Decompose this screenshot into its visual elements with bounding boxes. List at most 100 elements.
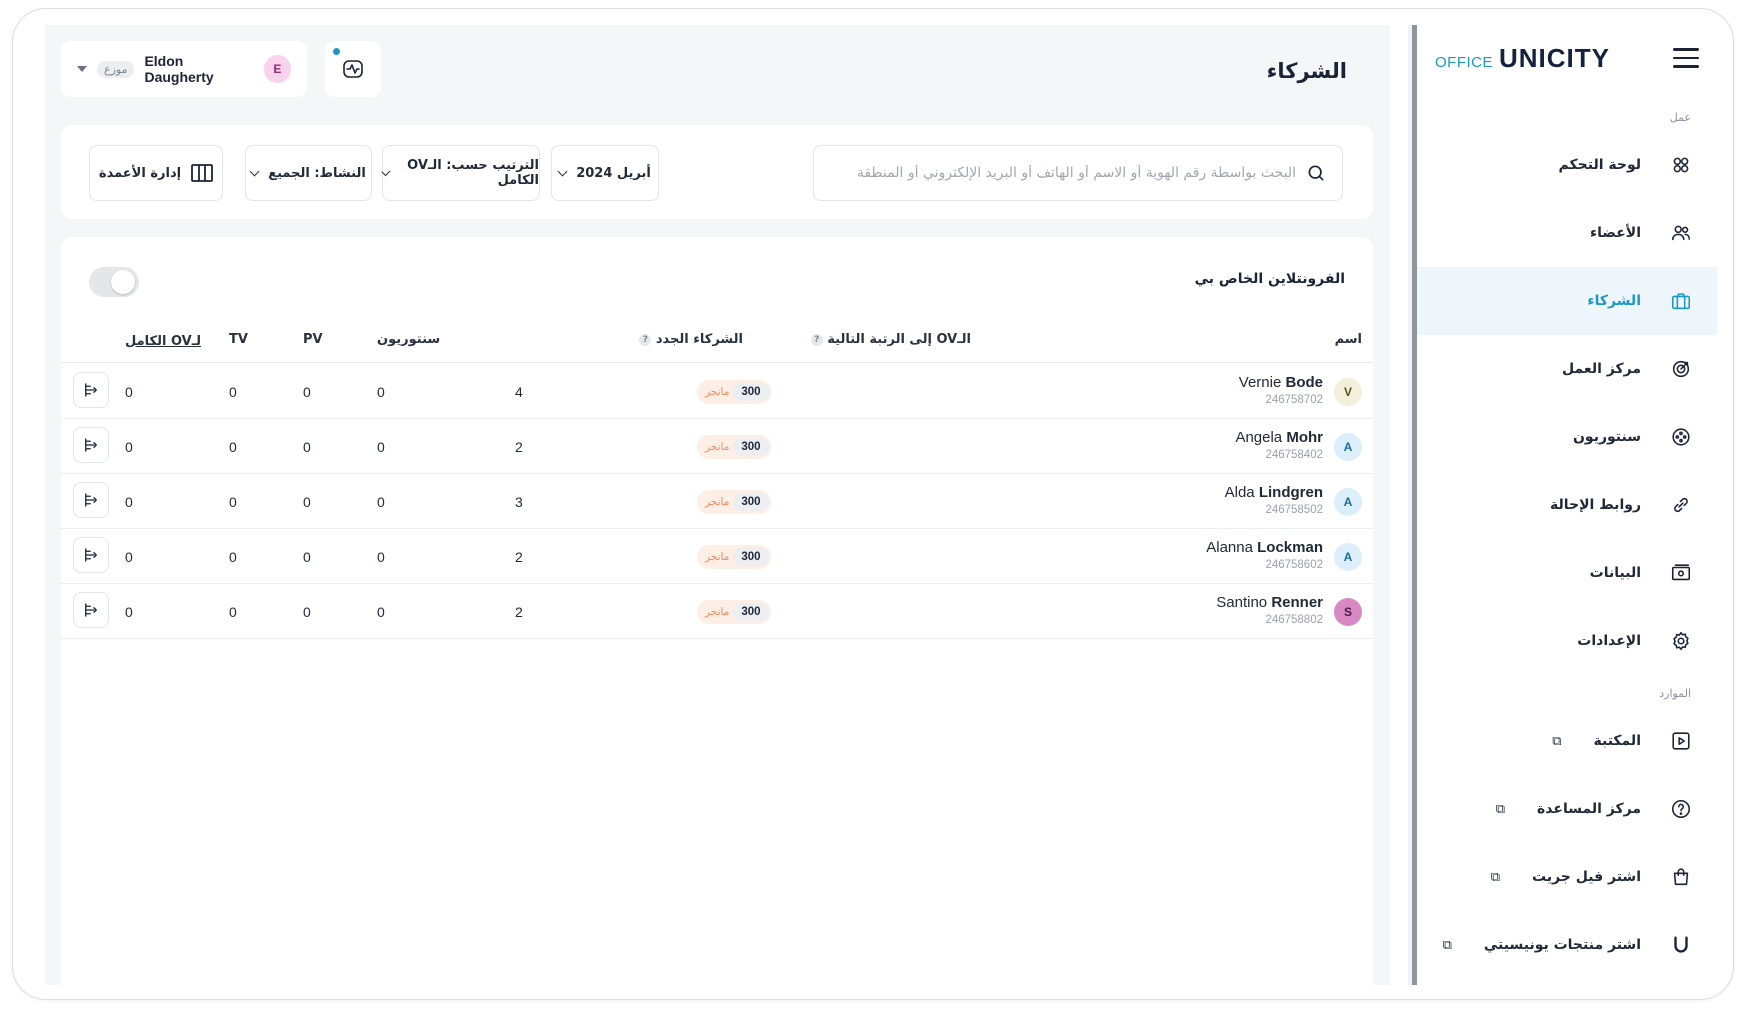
menu-icon[interactable] xyxy=(1673,48,1699,68)
table-row[interactable]: V Vernie Bode 246758702 مانجر 300 4 0 0 0 0 xyxy=(61,364,1373,419)
manage-columns-button[interactable]: إدارة الأعمدة xyxy=(89,145,223,201)
statements-icon xyxy=(1667,559,1695,587)
sidebar-item-unicity-u[interactable]: اشتر منتجات يونيسيتي ⧉ xyxy=(1417,911,1717,979)
col-header-centurion[interactable]: سنتوريون xyxy=(377,332,440,347)
chevron-down-icon xyxy=(77,66,87,72)
partner-name: Santino Renner xyxy=(1216,594,1323,611)
centurion-value: 0 xyxy=(377,439,385,455)
table-row[interactable]: A Angela Mohr 246758402 مانجر 300 2 0 0 0 0 xyxy=(61,419,1373,474)
genealogy-tree-button[interactable] xyxy=(73,592,109,628)
activity-label: النشاط: الجميع xyxy=(268,165,366,181)
genealogy-tree-button[interactable] xyxy=(73,482,109,518)
chevron-down-icon xyxy=(557,166,568,176)
centurion-icon xyxy=(1667,423,1695,451)
avatar: A xyxy=(1334,433,1362,461)
col-header-new-partners[interactable]: الشركاء الجدد ? xyxy=(639,332,743,347)
ov-next-rank-badge: مانجر 300 xyxy=(697,490,771,514)
main-content: موزع Eldon Daugherty E الشركاء البحث بوا… xyxy=(45,25,1390,985)
table-row[interactable]: A Alanna Lockman 246758602 مانجر 300 2 0 0 0 0 xyxy=(61,529,1373,584)
centurion-value: 0 xyxy=(377,494,385,510)
ov-value: 300 xyxy=(733,438,769,456)
dashboard-grid-icon xyxy=(1667,151,1695,179)
full-ov-value: 0 xyxy=(125,494,133,510)
ov-value: 300 xyxy=(733,603,769,621)
partner-name: Alanna Lockman xyxy=(1206,539,1323,556)
app-window: موزع Eldon Daugherty E الشركاء البحث بوا… xyxy=(12,8,1734,1000)
centurion-value: 0 xyxy=(377,604,385,620)
first-name: Angela xyxy=(1235,429,1283,446)
external-link-icon: ⧉ xyxy=(1552,733,1562,749)
sidebar-item-centurion[interactable]: سنتوريون xyxy=(1417,403,1717,471)
partner-name-cell[interactable]: Alanna Lockman 246758602 xyxy=(1206,539,1323,571)
genealogy-tree-button[interactable] xyxy=(73,427,109,463)
members-icon xyxy=(1667,219,1695,247)
centurion-value: 0 xyxy=(377,549,385,565)
ov-value: 300 xyxy=(733,383,769,401)
col-header-pv[interactable]: PV xyxy=(303,332,323,347)
manage-columns-label: إدارة الأعمدة xyxy=(98,165,182,181)
help-circle-icon xyxy=(1667,795,1695,823)
sidebar-item-settings-gear[interactable]: الإعدادات xyxy=(1417,607,1717,675)
pv-value: 0 xyxy=(303,604,311,620)
avatar: V xyxy=(1334,378,1362,406)
col-header-tv[interactable]: TV xyxy=(229,332,248,347)
new-partners-value: 4 xyxy=(515,384,523,400)
genealogy-tree-button[interactable] xyxy=(73,537,109,573)
partner-id: 246758602 xyxy=(1265,559,1323,571)
rank-label: مانجر xyxy=(705,496,730,508)
col-header-full-ov[interactable]: الـOV الكامل ↓ xyxy=(125,332,201,350)
first-name: Alda xyxy=(1224,484,1255,501)
full-ov-value: 0 xyxy=(125,384,133,400)
sidebar-item-library-play[interactable]: المكتبة ⧉ xyxy=(1417,707,1717,775)
partner-name-cell[interactable]: Vernie Bode 246758702 xyxy=(1239,374,1323,406)
sidebar-item-members[interactable]: الأعضاء xyxy=(1417,199,1717,267)
activity-button[interactable] xyxy=(325,41,381,97)
tree-branch-icon xyxy=(85,438,97,452)
tree-branch-icon xyxy=(85,548,97,562)
tv-value: 0 xyxy=(229,494,237,510)
link-icon xyxy=(1667,491,1695,519)
partner-id: 246758502 xyxy=(1265,504,1323,516)
external-link-icon: ⧉ xyxy=(1442,937,1452,953)
sort-dropdown[interactable]: الترتيب حسب: الـOV الكامل xyxy=(381,145,540,201)
search-icon xyxy=(1308,165,1324,181)
sidebar-item-link[interactable]: روابط الإحالة xyxy=(1417,471,1717,539)
frontline-toggle[interactable] xyxy=(89,267,139,297)
ov-value: 300 xyxy=(733,548,769,566)
help-icon: ? xyxy=(639,333,652,346)
rank-label: مانجر xyxy=(705,551,730,563)
col-header-full-ov-label: الـOV الكامل xyxy=(125,333,201,349)
sidebar-item-label: لوحة التحكم xyxy=(1558,157,1641,173)
partner-name-cell[interactable]: Alda Lindgren 246758502 xyxy=(1225,484,1323,516)
new-partners-value: 2 xyxy=(515,549,523,565)
sidebar-item-dashboard-grid[interactable]: لوحة التحكم xyxy=(1417,131,1717,199)
page-title: الشركاء xyxy=(1266,59,1347,83)
logo-office: OFFICE xyxy=(1435,53,1493,71)
table-row[interactable]: S Santino Renner 246758802 مانجر 300 2 0 0 0 0 xyxy=(61,584,1373,639)
external-link-icon: ⧉ xyxy=(1490,869,1500,885)
user-menu[interactable]: موزع Eldon Daugherty E xyxy=(61,41,307,97)
pv-value: 0 xyxy=(303,494,311,510)
new-partners-value: 3 xyxy=(515,494,523,510)
partner-name-cell[interactable]: Santino Renner 246758802 xyxy=(1216,594,1323,626)
sidebar-item-shopping-bag[interactable]: اشتر فيل جريت ⧉ xyxy=(1417,843,1717,911)
col-header-ov-next-rank[interactable]: الـOV إلى الرتبة التالية ? xyxy=(810,332,971,347)
search-input[interactable] xyxy=(830,165,1296,181)
table-row[interactable]: A Alda Lindgren 246758502 مانجر 300 3 0 0 0 0 xyxy=(61,474,1373,529)
sidebar-item-target[interactable]: مركز العمل xyxy=(1417,335,1717,403)
sidebar-item-statements[interactable]: البيانات xyxy=(1417,539,1717,607)
last-name: Lindgren xyxy=(1258,484,1323,501)
ov-next-rank-badge: مانجر 300 xyxy=(697,380,771,404)
partners-briefcase-icon xyxy=(1667,287,1695,315)
search-box[interactable] xyxy=(813,145,1343,201)
col-header-name[interactable]: اسم xyxy=(1335,332,1362,347)
unicity-u-icon xyxy=(1667,931,1695,959)
sidebar-item-partners-briefcase[interactable]: الشركاء xyxy=(1417,267,1717,335)
partner-name-cell[interactable]: Angela Mohr 246758402 xyxy=(1235,429,1323,461)
top-bar: موزع Eldon Daugherty E الشركاء xyxy=(45,25,1390,113)
period-dropdown[interactable]: أبريل 2024 xyxy=(551,145,659,201)
genealogy-tree-button[interactable] xyxy=(73,372,109,408)
sidebar-item-help-circle[interactable]: مركز المساعدة ⧉ xyxy=(1417,775,1717,843)
activity-dropdown[interactable]: النشاط: الجميع xyxy=(245,145,372,201)
logo: OFFICE UNICITY xyxy=(1435,43,1610,74)
